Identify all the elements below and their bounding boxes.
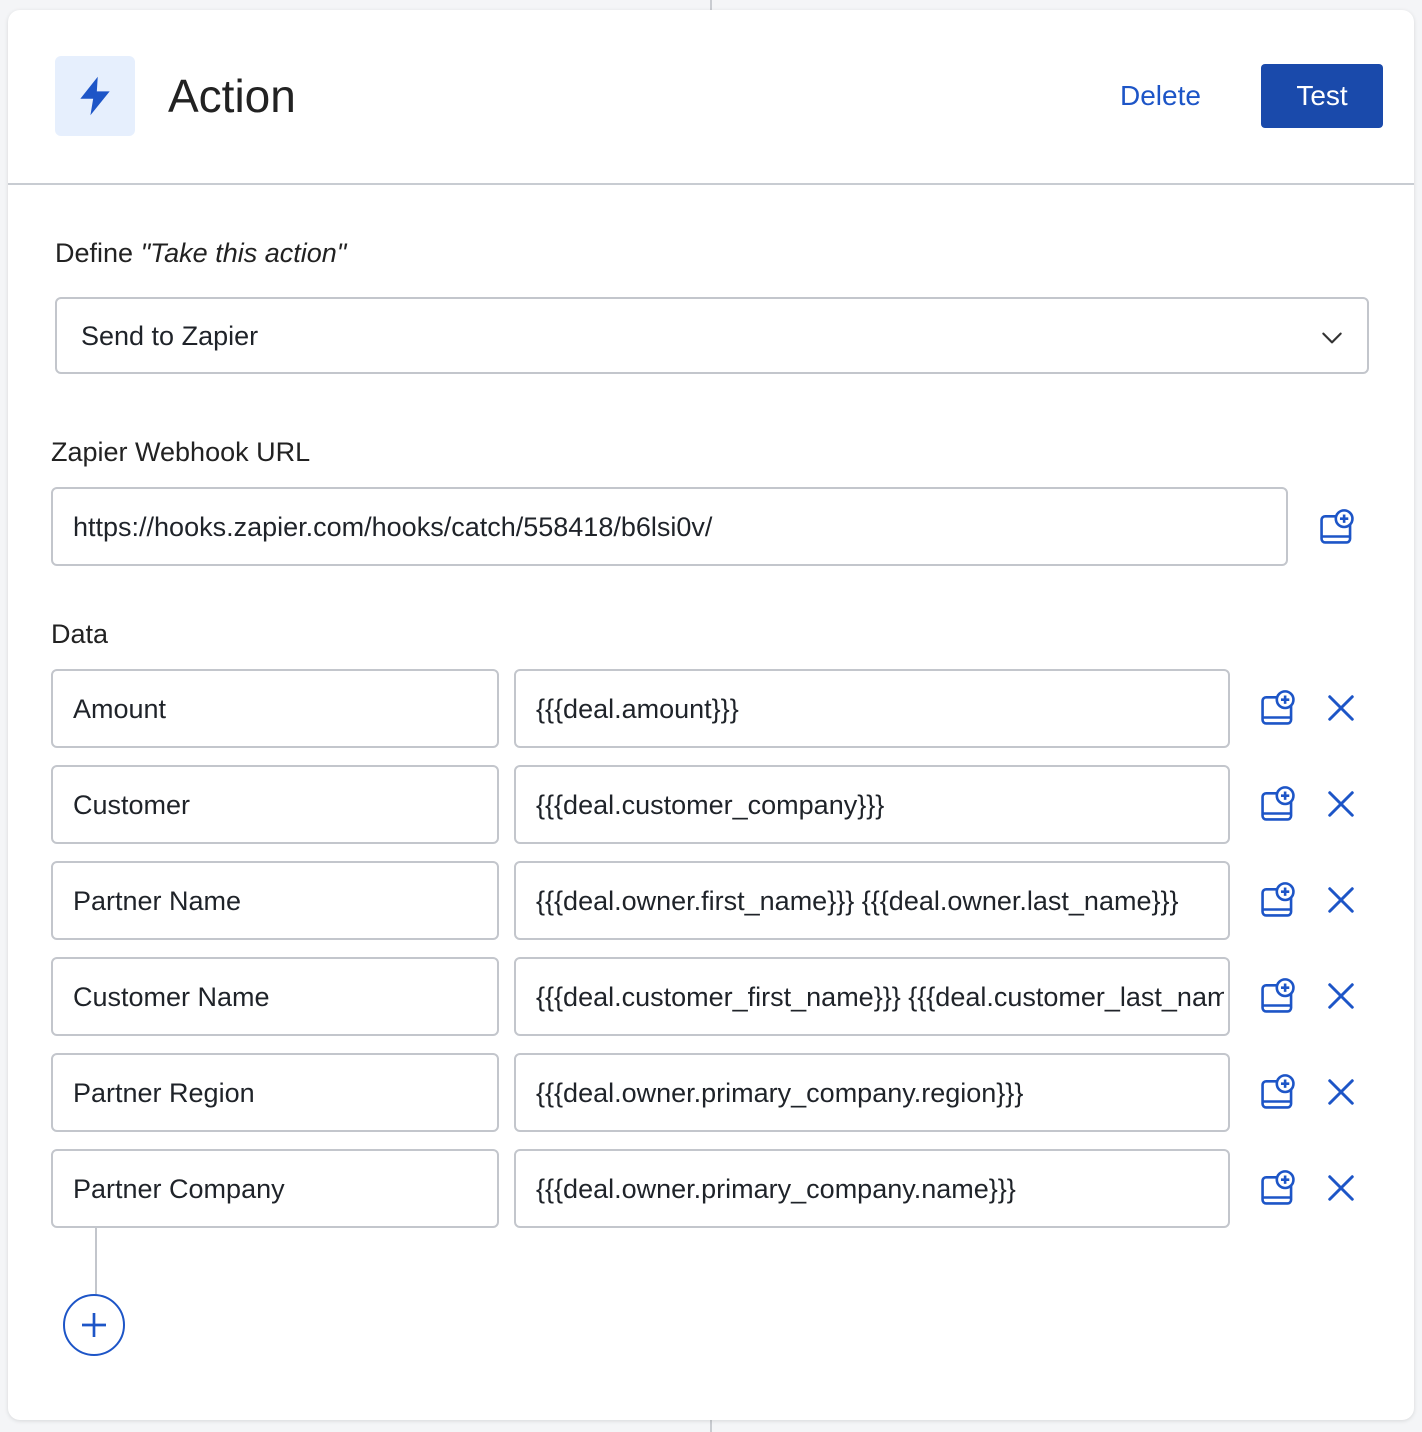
insert-variable-button[interactable]: [1256, 974, 1300, 1018]
close-icon: [1328, 983, 1354, 1009]
test-button[interactable]: Test: [1261, 64, 1383, 128]
remove-row-button[interactable]: [1319, 1070, 1363, 1114]
data-key-input[interactable]: Partner Name: [51, 861, 499, 940]
plus-icon: [82, 1313, 106, 1337]
data-key-value: Partner Name: [73, 886, 242, 916]
data-key-input[interactable]: Customer Name: [51, 957, 499, 1036]
data-value-input[interactable]: {{{deal.customer_company}}}: [514, 765, 1230, 844]
close-icon: [1328, 695, 1354, 721]
data-key-value: Customer Name: [73, 982, 270, 1012]
data-key-value: Amount: [73, 694, 167, 724]
data-value-text: {{{deal.owner.primary_company.region}}}: [536, 1078, 1024, 1108]
remove-row-button[interactable]: [1319, 782, 1363, 826]
insert-variable-icon: [1261, 1170, 1295, 1205]
data-key-value: Customer: [73, 790, 191, 820]
insert-variable-icon: [1320, 509, 1354, 544]
data-value-text: {{{deal.owner.first_name}}} {{{deal.owne…: [536, 886, 1179, 916]
webhook-url-label: Zapier Webhook URL: [51, 437, 311, 467]
data-key-input[interactable]: Customer: [51, 765, 499, 844]
delete-button[interactable]: Delete: [1100, 72, 1221, 120]
action-type-select[interactable]: Send to Zapier: [55, 297, 1369, 374]
insert-variable-icon: [1261, 1074, 1295, 1109]
chevron-down-icon: [1322, 332, 1342, 344]
card-header: Action Delete Test: [8, 10, 1414, 185]
insert-variable-icon: [1261, 690, 1295, 725]
data-value-text: {{{deal.owner.primary_company.name}}}: [536, 1174, 1016, 1204]
define-action-label: Define "Take this action": [55, 236, 346, 270]
data-value-text: {{{deal.customer_company}}}: [536, 790, 885, 820]
insert-variable-button[interactable]: [1256, 1166, 1300, 1210]
data-key-input[interactable]: Partner Region: [51, 1053, 499, 1132]
data-key-value: Partner Region: [73, 1078, 255, 1108]
close-icon: [1328, 1175, 1354, 1201]
data-key-input[interactable]: Amount: [51, 669, 499, 748]
data-value-text: {{{deal.amount}}}: [536, 694, 739, 724]
data-value-input[interactable]: {{{deal.owner.first_name}}} {{{deal.owne…: [514, 861, 1230, 940]
close-icon: [1328, 1079, 1354, 1105]
remove-row-button[interactable]: [1319, 878, 1363, 922]
remove-row-button[interactable]: [1319, 686, 1363, 730]
data-value-input[interactable]: {{{deal.owner.primary_company.region}}}: [514, 1053, 1230, 1132]
data-key-input[interactable]: Partner Company: [51, 1149, 499, 1228]
close-icon: [1328, 887, 1354, 913]
action-card: Action Delete Test Define "Take this act…: [8, 10, 1414, 1420]
action-icon-container: [55, 56, 135, 136]
data-value-input[interactable]: {{{deal.customer_first_name}}} {{{deal.c…: [514, 957, 1230, 1036]
data-value-input[interactable]: {{{deal.amount}}}: [514, 669, 1230, 748]
insert-variable-button[interactable]: [1315, 505, 1359, 549]
define-label-italic: "Take this action": [140, 238, 347, 268]
webhook-url-input[interactable]: https://hooks.zapier.com/hooks/catch/558…: [51, 487, 1288, 566]
data-label: Data: [51, 619, 109, 649]
insert-variable-icon: [1261, 978, 1295, 1013]
close-icon: [1328, 791, 1354, 817]
data-value-input[interactable]: {{{deal.owner.primary_company.name}}}: [514, 1149, 1230, 1228]
insert-variable-button[interactable]: [1256, 878, 1300, 922]
insert-variable-button[interactable]: [1256, 782, 1300, 826]
flow-connector-top: [710, 0, 712, 10]
remove-row-button[interactable]: [1319, 1166, 1363, 1210]
insert-variable-icon: [1261, 786, 1295, 821]
data-value-text: {{{deal.customer_first_name}}} {{{deal.c…: [536, 982, 1224, 1012]
add-row-connector: [95, 1228, 97, 1294]
add-row-button[interactable]: [63, 1294, 125, 1356]
action-type-selected-value: Send to Zapier: [81, 321, 259, 351]
data-key-value: Partner Company: [73, 1174, 285, 1204]
insert-variable-icon: [1261, 882, 1295, 917]
remove-row-button[interactable]: [1319, 974, 1363, 1018]
lightning-bolt-icon: [80, 76, 110, 116]
page-title: Action: [168, 70, 296, 122]
define-label-prefix: Define: [55, 238, 141, 268]
insert-variable-button[interactable]: [1256, 1070, 1300, 1114]
insert-variable-button[interactable]: [1256, 686, 1300, 730]
flow-connector-bottom: [710, 1420, 712, 1432]
webhook-url-value: https://hooks.zapier.com/hooks/catch/558…: [73, 512, 713, 542]
